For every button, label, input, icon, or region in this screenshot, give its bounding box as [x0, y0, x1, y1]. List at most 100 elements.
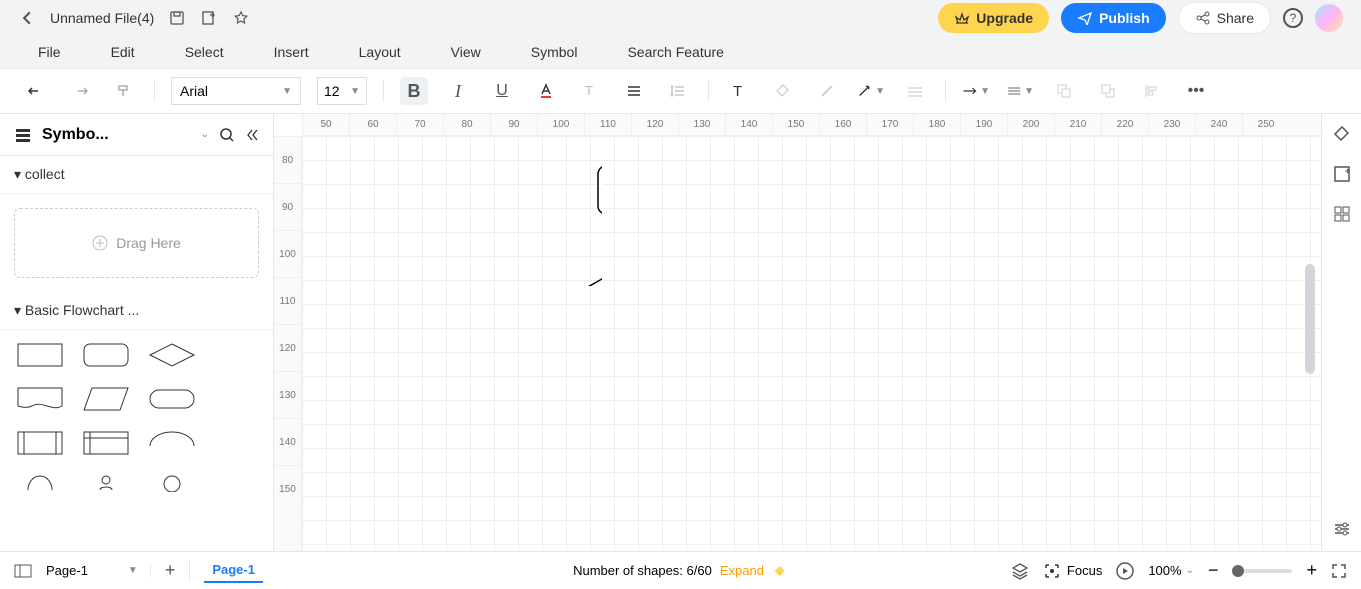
page-select[interactable]: Page-1▼ [46, 563, 151, 578]
shape-manual-op[interactable] [80, 472, 132, 492]
italic-icon[interactable]: I [444, 77, 472, 105]
settings-icon[interactable] [1332, 519, 1352, 539]
shape-connector-circle[interactable] [146, 472, 198, 492]
shape-predefined[interactable] [14, 428, 66, 458]
zoom-select[interactable]: 100%⌄ [1148, 563, 1194, 578]
svg-text:T: T [733, 83, 742, 100]
menu-insert[interactable]: Insert [274, 44, 309, 60]
layers-icon[interactable] [1011, 562, 1029, 580]
ruler-vertical: 8090100110120130140150 [274, 136, 302, 551]
canvas-grid[interactable] [302, 136, 1321, 551]
help-icon[interactable]: ? [1283, 8, 1303, 28]
font-select[interactable]: Arial▼ [171, 77, 301, 105]
drag-here-zone[interactable]: Drag Here [14, 208, 259, 278]
zoom-value: 100% [1148, 563, 1181, 578]
publish-button[interactable]: Publish [1061, 3, 1166, 33]
file-name[interactable]: Unnamed File(4) [50, 10, 154, 26]
focus-label: Focus [1067, 563, 1102, 578]
sidebar-title: Symbo... [42, 126, 191, 144]
basic-flowchart-section[interactable]: ▾ Basic Flowchart ... [0, 292, 273, 330]
avatar[interactable] [1315, 4, 1343, 32]
star-icon[interactable] [232, 9, 250, 27]
font-size-select[interactable]: 12▼ [317, 77, 367, 105]
line-color-icon[interactable] [813, 77, 841, 105]
sidebar-right [1321, 114, 1361, 551]
menu-search-feature[interactable]: Search Feature [627, 44, 724, 60]
menu-edit[interactable]: Edit [111, 44, 135, 60]
presentation-icon[interactable] [1116, 562, 1134, 580]
expand-button[interactable]: Expand [720, 563, 764, 578]
font-color-icon[interactable] [532, 77, 560, 105]
menu-view[interactable]: View [451, 44, 481, 60]
upgrade-button[interactable]: Upgrade [938, 3, 1049, 33]
drag-here-label: Drag Here [116, 235, 181, 251]
publish-label: Publish [1099, 10, 1150, 26]
share-label: Share [1217, 10, 1254, 26]
zoom-out-button[interactable]: − [1208, 560, 1219, 581]
search-icon[interactable] [219, 127, 235, 143]
line-spacing-icon[interactable] [664, 77, 692, 105]
send-back-icon[interactable] [1094, 77, 1122, 105]
shape-parallelogram[interactable] [80, 384, 132, 414]
export-icon[interactable] [200, 9, 218, 27]
align-icon[interactable] [620, 77, 648, 105]
menu-symbol[interactable]: Symbol [531, 44, 578, 60]
sidebar-left: Symbo... ⌄ ▾ collect Drag Here ▾ Basic F… [0, 114, 274, 551]
save-icon[interactable] [168, 9, 186, 27]
ruler-horizontal: 5060708090100110120130140150160170180190… [302, 114, 1321, 136]
shape-internal-storage[interactable] [80, 428, 132, 458]
page-tab[interactable]: Page-1 [204, 558, 263, 583]
redo-icon[interactable] [66, 77, 94, 105]
bold-icon[interactable]: B [400, 77, 428, 105]
shape-count: Number of shapes: 6/60 [573, 563, 712, 578]
arrow-style-icon[interactable]: ▼ [962, 77, 990, 105]
grid-icon[interactable] [1332, 204, 1352, 224]
zoom-slider[interactable] [1232, 569, 1292, 573]
scrollbar-vertical[interactable] [1305, 264, 1315, 374]
fullscreen-icon[interactable] [1331, 563, 1347, 579]
connector-icon[interactable]: ▼ [857, 77, 885, 105]
text-tool-icon[interactable]: T [725, 77, 753, 105]
upgrade-label: Upgrade [976, 10, 1033, 26]
add-page-button[interactable]: + [165, 560, 176, 581]
canvas[interactable]: 5060708090100110120130140150160170180190… [274, 114, 1321, 551]
focus-icon[interactable]: Focus [1043, 562, 1102, 580]
shape-document[interactable] [14, 384, 66, 414]
library-icon [14, 126, 32, 144]
back-icon[interactable] [18, 9, 36, 27]
shape-rounded-rect[interactable] [80, 340, 132, 370]
zoom-in-button[interactable]: + [1306, 560, 1317, 581]
font-value: Arial [180, 83, 208, 99]
menu-select[interactable]: Select [185, 44, 224, 60]
theme-icon[interactable] [1332, 124, 1352, 144]
line-weight-icon[interactable]: ▼ [1006, 77, 1034, 105]
line-style-icon[interactable] [901, 77, 929, 105]
properties-icon[interactable] [1332, 164, 1352, 184]
page-select-value: Page-1 [46, 563, 88, 578]
expand-arrow-icon[interactable] [772, 563, 788, 579]
shape-diamond[interactable] [146, 340, 198, 370]
menu-file[interactable]: File [38, 44, 61, 60]
collect-label: collect [25, 166, 65, 182]
basic-flowchart-label: Basic Flowchart ... [25, 302, 139, 318]
page-list-icon[interactable] [14, 564, 32, 578]
font-size-value: 12 [324, 83, 340, 99]
shape-terminator[interactable] [146, 384, 198, 414]
bring-front-icon[interactable] [1050, 77, 1078, 105]
underline-icon[interactable]: U [488, 77, 516, 105]
undo-icon[interactable] [22, 77, 50, 105]
more-icon[interactable]: ••• [1182, 77, 1210, 105]
text-direction-icon[interactable]: T [576, 77, 604, 105]
align-objects-icon[interactable] [1138, 77, 1166, 105]
svg-text:T: T [585, 83, 593, 98]
shape-rectangle[interactable] [14, 340, 66, 370]
expand-lib-icon[interactable]: ⌄ [201, 129, 209, 140]
collect-section[interactable]: ▾ collect [0, 156, 273, 194]
shape-circle-half[interactable] [14, 472, 66, 492]
format-painter-icon[interactable] [110, 77, 138, 105]
shape-ellipse-half[interactable] [146, 428, 198, 448]
fill-icon[interactable] [769, 77, 797, 105]
share-button[interactable]: Share [1178, 2, 1271, 34]
menu-layout[interactable]: Layout [359, 44, 401, 60]
collapse-sidebar-icon[interactable] [245, 128, 259, 142]
